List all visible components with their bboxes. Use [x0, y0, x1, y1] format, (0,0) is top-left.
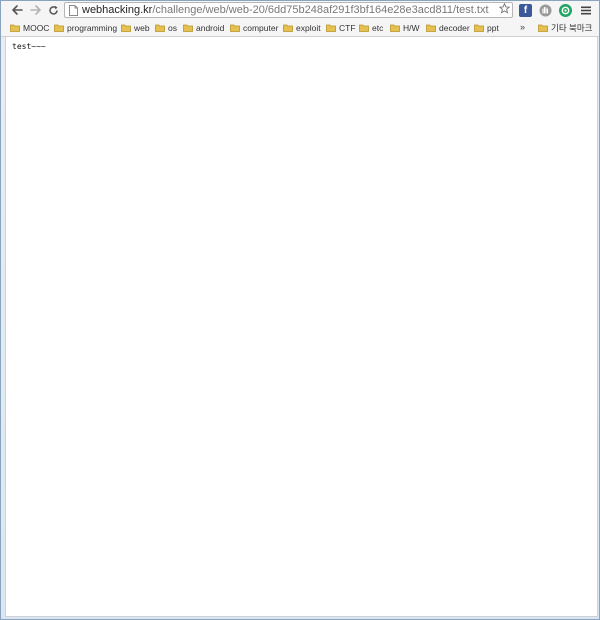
bookmarks-bar: MOOC programming web os android computer…: [1, 20, 599, 37]
folder-icon: [283, 24, 293, 32]
bookmark-label: exploit: [296, 23, 321, 33]
address-bar[interactable]: webhacking.kr/challenge/web/web-20/6dd75…: [64, 2, 513, 18]
bookmark-label: programming: [67, 23, 118, 33]
url-host: webhacking.kr: [82, 4, 153, 16]
bookmark-folder-etc[interactable]: etc: [359, 22, 383, 34]
bookmark-folder-decoder[interactable]: decoder: [426, 22, 470, 34]
back-button[interactable]: [9, 2, 25, 18]
bookmark-folder-hw[interactable]: H/W: [390, 22, 420, 34]
bookmark-folder-programming[interactable]: programming: [54, 22, 117, 34]
bookmark-folder-mooc[interactable]: MOOC: [10, 22, 49, 34]
page-content: test~~~: [5, 37, 598, 617]
folder-icon: [538, 24, 548, 32]
url-path: /challenge/web/web-20/6dd75b248af291f3bf…: [152, 4, 489, 16]
bookmark-label: ppt: [487, 23, 499, 33]
page-icon: [69, 4, 78, 16]
bookmark-label: os: [168, 23, 177, 33]
folder-icon: [359, 24, 369, 32]
bookmark-label: etc: [372, 23, 384, 33]
bookmark-folder-web[interactable]: web: [121, 22, 150, 34]
chrome-menu-button[interactable]: [579, 2, 593, 18]
hamburger-menu-icon: [581, 6, 591, 14]
forward-arrow-icon: [29, 5, 41, 15]
back-arrow-icon: [11, 5, 23, 15]
folder-icon: [183, 24, 193, 32]
bookmark-label: web: [134, 23, 150, 33]
folder-icon: [390, 24, 400, 32]
bookmark-star-button[interactable]: [498, 3, 511, 17]
bookmark-folder-android[interactable]: android: [183, 22, 224, 34]
bookmark-label: H/W: [403, 23, 420, 33]
facebook-icon: f: [523, 5, 528, 16]
circle-badge-icon: [559, 4, 572, 17]
folder-icon: [230, 24, 240, 32]
gray-extension-button[interactable]: [539, 4, 552, 17]
folder-icon: [326, 24, 336, 32]
bookmark-folder-computer[interactable]: computer: [230, 22, 278, 34]
plain-text-document: test~~~: [12, 42, 46, 51]
folder-icon: [10, 24, 20, 32]
folder-icon: [54, 24, 64, 32]
browser-toolbar: webhacking.kr/challenge/web/web-20/6dd75…: [1, 1, 599, 21]
folder-icon: [474, 24, 484, 32]
facebook-extension-button[interactable]: f: [519, 4, 532, 17]
bookmark-folder-os[interactable]: os: [155, 22, 177, 34]
reload-icon: [48, 5, 58, 15]
bookmark-label: CTF: [339, 23, 356, 33]
bookmarks-overflow-button[interactable]: »: [520, 22, 525, 32]
green-extension-button[interactable]: [559, 4, 572, 17]
star-icon: [498, 3, 511, 14]
bookmark-label: MOOC: [23, 23, 50, 33]
folder-icon: [426, 24, 436, 32]
reload-button[interactable]: [45, 2, 61, 18]
folder-icon: [121, 24, 131, 32]
forward-button[interactable]: [27, 2, 43, 18]
other-bookmarks-folder[interactable]: 기타 북마크: [538, 22, 592, 34]
bookmark-label: android: [196, 23, 225, 33]
other-bookmarks-label: 기타 북마크: [551, 23, 593, 33]
bookmark-folder-exploit[interactable]: exploit: [283, 22, 321, 34]
browser-window: webhacking.kr/challenge/web/web-20/6dd75…: [0, 0, 600, 620]
bookmark-folder-ctf[interactable]: CTF: [326, 22, 356, 34]
bookmark-label: decoder: [439, 23, 470, 33]
url-text: webhacking.kr/challenge/web/web-20/6dd75…: [82, 3, 512, 17]
bookmark-label: computer: [243, 23, 279, 33]
folder-icon: [155, 24, 165, 32]
bookmark-folder-ppt[interactable]: ppt: [474, 22, 499, 34]
hand-icon: [539, 4, 552, 17]
